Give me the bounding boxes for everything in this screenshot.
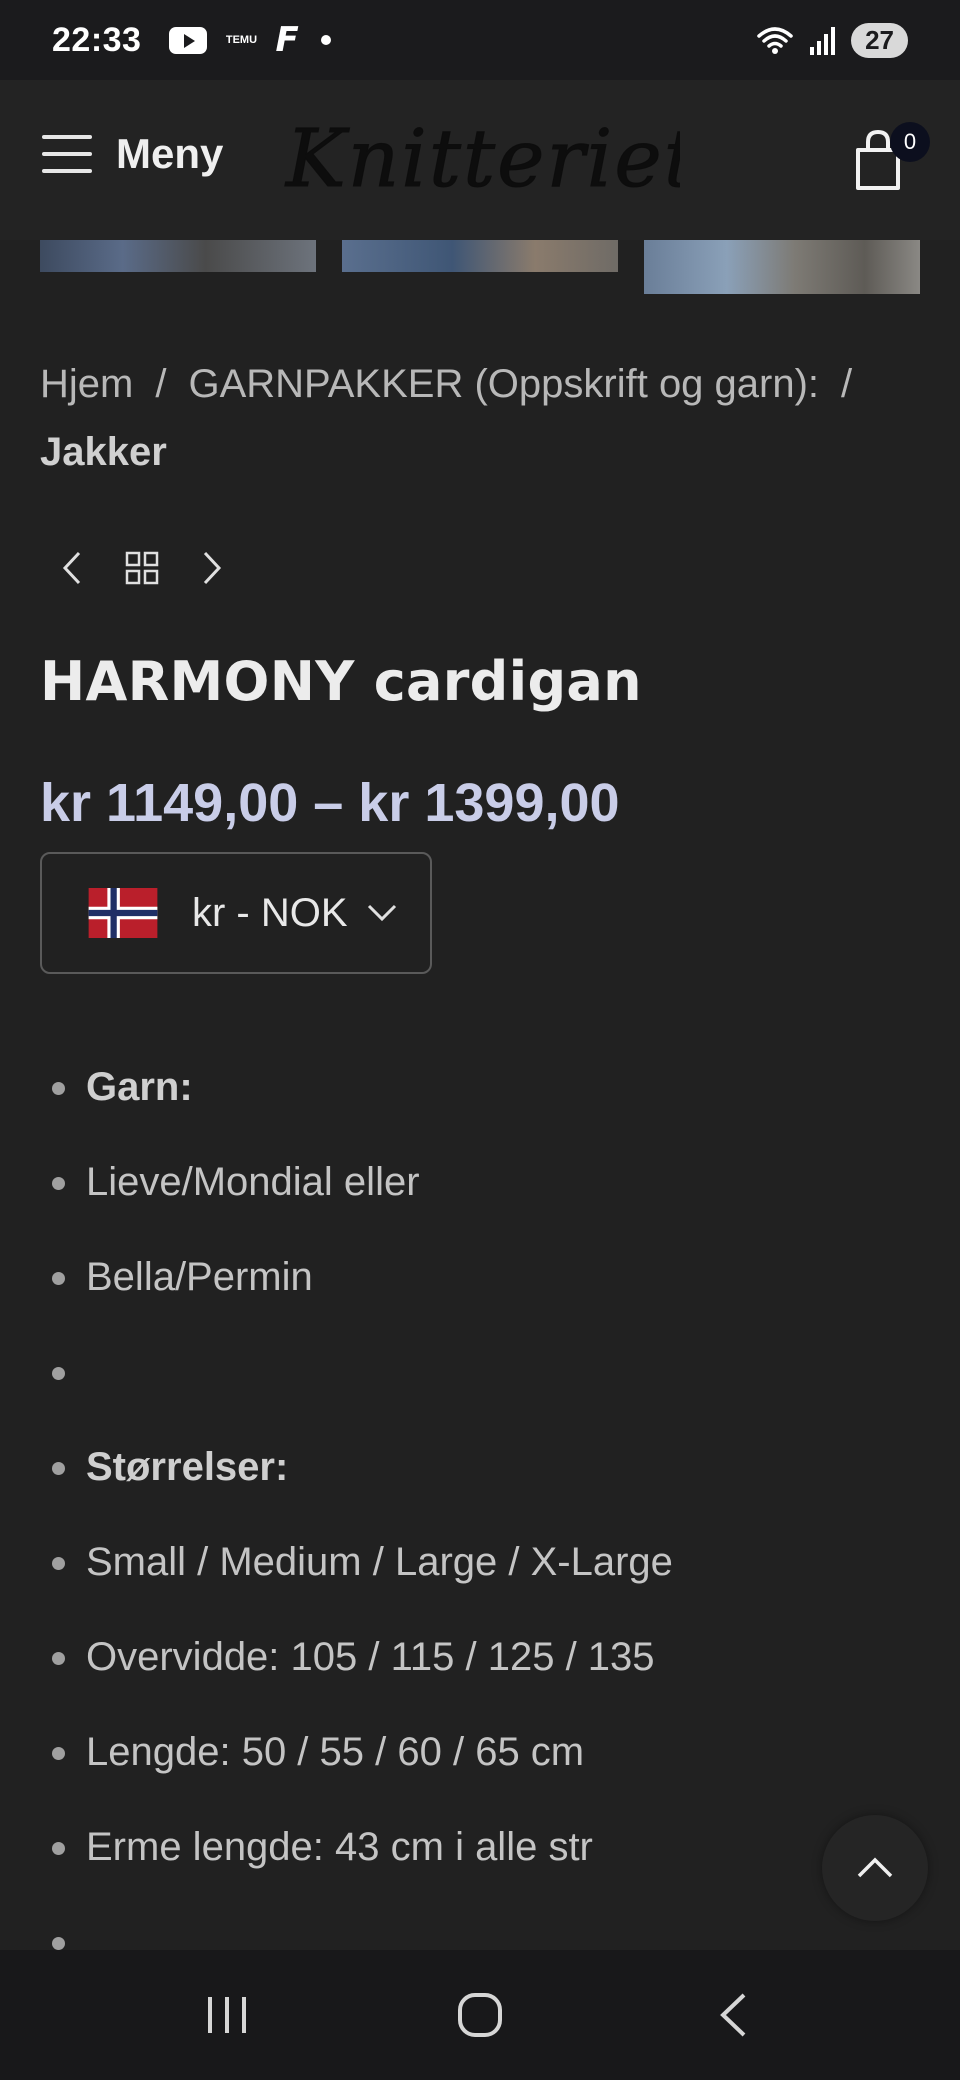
next-product-button[interactable] [192, 540, 232, 596]
knitteriet-logo[interactable]: Knitteriet [280, 102, 681, 212]
list-item: Garn: [40, 1040, 900, 1135]
battery-indicator: 27 [851, 22, 908, 58]
youtube-icon [169, 26, 208, 54]
chevron-down-icon [367, 904, 396, 922]
menu-button[interactable]: Meny [42, 130, 223, 178]
norway-flag-icon [88, 888, 158, 938]
menu-label: Meny [116, 130, 224, 177]
facebook-icon: F [275, 20, 299, 60]
list-item [40, 1325, 900, 1420]
product-title: HARMONY cardigan [40, 650, 642, 713]
status-time: 22:33 [52, 20, 142, 59]
recent-apps-button[interactable] [187, 1975, 267, 2055]
chevron-up-icon [857, 1857, 893, 1878]
gallery-strip [0, 240, 960, 295]
back-to-category-button[interactable] [122, 540, 162, 596]
recent-apps-icon [207, 1997, 246, 2033]
logo-text: Knitteriet [284, 112, 680, 205]
back-icon [720, 1993, 746, 2037]
gallery-thumbnail[interactable] [644, 240, 920, 294]
product-details-list: Garn: Lieve/Mondial eller Bella/Permin S… [40, 1040, 900, 1990]
home-icon [457, 1993, 502, 2037]
currency-selector[interactable]: kr - NOK [40, 852, 432, 974]
notification-dot-icon [320, 35, 331, 45]
gallery-thumbnail[interactable] [342, 240, 618, 272]
wifi-icon [755, 24, 795, 56]
chevron-left-icon [62, 551, 81, 585]
product-navigation [52, 540, 232, 596]
hamburger-icon [42, 135, 92, 173]
breadcrumb-current: Jakker [40, 430, 167, 474]
temu-icon: TEMU [221, 34, 261, 46]
previous-product-button[interactable] [52, 540, 92, 596]
list-item: Small / Medium / Large / X-Large [40, 1515, 900, 1610]
back-button[interactable] [693, 1975, 773, 2055]
list-item: Bella/Permin [40, 1230, 900, 1325]
list-item: Overvidde: 105 / 115 / 125 / 135 [40, 1610, 900, 1705]
grid-icon [125, 551, 159, 585]
breadcrumb: Hjem / GARNPAKKER (Oppskrift og garn): / Jak… [40, 350, 920, 486]
list-item: Erme lengde: 43 cm i alle str [40, 1800, 900, 1895]
scroll-to-top-button[interactable] [822, 1815, 928, 1921]
product-price: kr 1149,00 – kr 1399,00 [40, 773, 620, 833]
signal-icon [809, 25, 837, 55]
site-header: Meny Knitteriet 0 [0, 80, 960, 240]
list-item: Lengde: 50 / 55 / 60 / 65 cm [40, 1705, 900, 1800]
breadcrumb-separator: / [155, 362, 167, 406]
list-item: Lieve/Mondial eller [40, 1135, 900, 1230]
home-button[interactable] [440, 1975, 520, 2055]
status-bar: 22:33 TEMU F 27 [0, 0, 960, 80]
cart-count-badge: 0 [890, 122, 930, 162]
breadcrumb-separator: / [841, 362, 853, 406]
temu-label: TEMU [225, 34, 258, 46]
list-item: Størrelser: [40, 1420, 900, 1515]
system-navigation-bar [0, 1950, 960, 2080]
breadcrumb-home[interactable]: Hjem [40, 362, 133, 406]
breadcrumb-garnpakker[interactable]: GARNPAKKER (Oppskrift og garn): [188, 362, 819, 406]
chevron-right-icon [203, 551, 222, 585]
gallery-thumbnail[interactable] [40, 240, 316, 272]
currency-value: kr - NOK [192, 890, 348, 935]
